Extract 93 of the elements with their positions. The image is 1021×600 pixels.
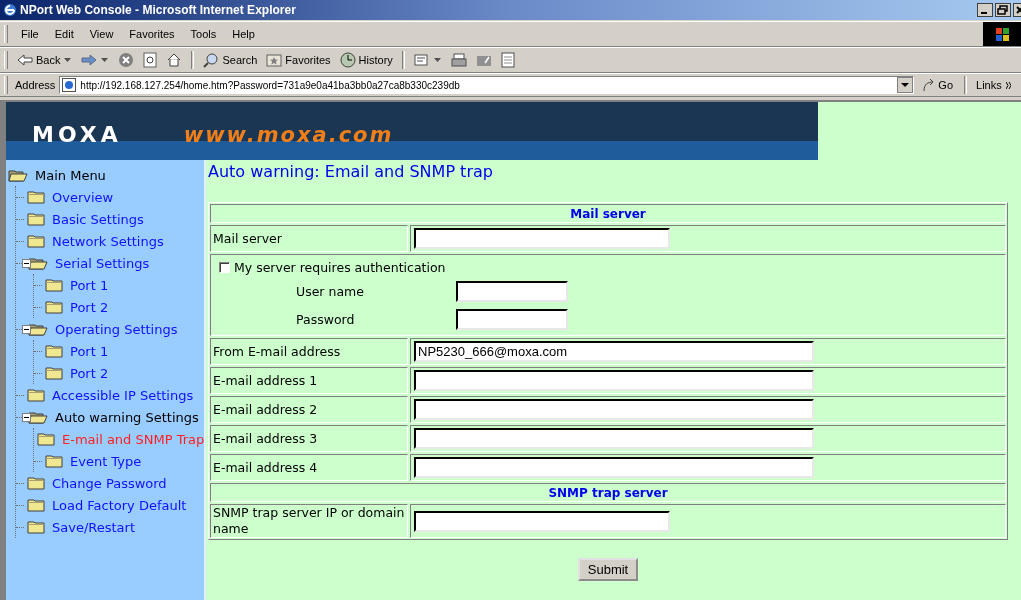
forward-arrow-icon [81, 54, 98, 66]
section-header: SNMP trap server [210, 483, 1006, 502]
restore-icon [995, 3, 1011, 17]
menu-link[interactable]: Load Factory Default [52, 497, 187, 513]
section-header: Mail server [210, 204, 1006, 223]
back-arrow-icon [17, 54, 33, 66]
collapse-icon [22, 412, 31, 422]
menu-link[interactable]: Port 2 [70, 299, 109, 315]
menu-item[interactable]: View [83, 26, 120, 42]
checkbox[interactable] [219, 262, 230, 273]
menu-link[interactable]: Overview [52, 189, 114, 205]
field-label: E-mail address 3 [210, 425, 408, 452]
browser-icon [3, 3, 17, 17]
mail-icon [413, 53, 430, 67]
menu-link[interactable]: Accessible IP Settings [52, 387, 194, 403]
menu-link[interactable]: Serial Settings [55, 255, 150, 271]
folder-icon [27, 190, 45, 204]
checkbox-label: My server requires authentication [234, 260, 446, 275]
collapse-icon [22, 258, 31, 268]
clock-icon [339, 52, 356, 68]
favorites-button[interactable]: Favorites [263, 52, 334, 68]
website-text: www.moxa.com [183, 123, 394, 147]
menu-link[interactable]: Main Menu [35, 167, 106, 183]
links-button[interactable]: Links [974, 79, 1002, 91]
page-heading: Auto warning: Email and SNMP trap [208, 162, 494, 182]
logo: MOXA [32, 123, 122, 147]
edit-icon [475, 53, 492, 67]
page-icon [62, 78, 77, 92]
folder-icon [45, 366, 63, 380]
refresh-icon [143, 52, 158, 68]
input-field[interactable] [414, 457, 814, 478]
menu-item[interactable]: File [15, 26, 45, 42]
input-field[interactable] [456, 308, 568, 330]
input-field[interactable]: NP5230_666@moxa.com [414, 341, 814, 362]
menu-item[interactable]: Tools [184, 26, 223, 42]
folder-icon [45, 300, 63, 314]
input-field[interactable] [414, 228, 670, 249]
field-label: Mail server [210, 225, 408, 252]
field-label: E-mail address 4 [210, 454, 408, 481]
menu-link[interactable]: Port 1 [70, 277, 109, 293]
folder-icon [45, 454, 63, 468]
menu-link[interactable]: Change Password [52, 475, 167, 491]
folder-icon [27, 234, 45, 248]
back-button[interactable]: Back [14, 53, 64, 67]
address-field[interactable]: http://192.168.127.254/home.htm?Password=731a9e0a41ba3bb0a27ca8b330c239db [59, 76, 915, 94]
menu-link[interactable]: Event Type [70, 453, 142, 469]
address-label: Address [15, 79, 56, 91]
window-title: NPort Web Console - Microsoft Internet Explorer [20, 3, 296, 17]
folder-icon [27, 212, 45, 226]
menu-item[interactable]: Help [226, 26, 261, 42]
submit-button[interactable]: Submit [577, 558, 639, 581]
menu-link[interactable]: Auto warning Settings [55, 409, 199, 425]
input-field[interactable] [456, 280, 568, 302]
input-field[interactable] [414, 399, 814, 420]
folder-icon [27, 520, 45, 534]
menu-link[interactable]: Port 1 [70, 343, 109, 359]
menu-item[interactable]: Favorites [123, 26, 181, 42]
star-folder-icon [266, 53, 283, 67]
folder-icon [45, 344, 63, 358]
stop-icon [118, 52, 135, 68]
home-icon [166, 52, 183, 68]
document-icon [500, 52, 515, 68]
folder-icon [27, 498, 45, 512]
printer-icon [450, 53, 467, 67]
minimize-icon [977, 3, 993, 17]
menu-link[interactable]: Port 2 [70, 365, 109, 381]
input-field[interactable] [414, 370, 814, 391]
dropdown-icon [897, 77, 914, 93]
go-button[interactable]: Go [918, 78, 958, 92]
menu-link[interactable]: Basic Settings [52, 211, 144, 227]
search-button[interactable]: Search [200, 51, 261, 69]
field-label: User name [295, 283, 365, 299]
input-field[interactable] [414, 428, 814, 449]
menu-link[interactable]: Network Settings [52, 233, 164, 249]
field-label: From E-mail address [210, 338, 408, 365]
chevron-icon [1005, 81, 1011, 89]
folder-icon [45, 278, 63, 292]
menu-link[interactable]: Operating Settings [55, 321, 178, 337]
field-label: E-mail address 1 [210, 367, 408, 394]
menu-link[interactable]: Save/Restart [52, 519, 135, 535]
folder-icon [27, 476, 45, 490]
search-icon [203, 52, 220, 68]
field-label: Password [295, 311, 356, 327]
menu-item[interactable]: Edit [48, 26, 80, 42]
history-button[interactable]: History [336, 51, 396, 69]
field-label: SNMP trap server IP or domain name [210, 504, 408, 538]
flag-logo-icon [995, 27, 1009, 41]
collapse-icon [22, 324, 31, 334]
close-icon [1013, 3, 1021, 17]
input-field[interactable] [414, 510, 670, 532]
folder-icon [37, 432, 55, 446]
field-label: E-mail address 2 [210, 396, 408, 423]
folder-icon [27, 388, 45, 402]
